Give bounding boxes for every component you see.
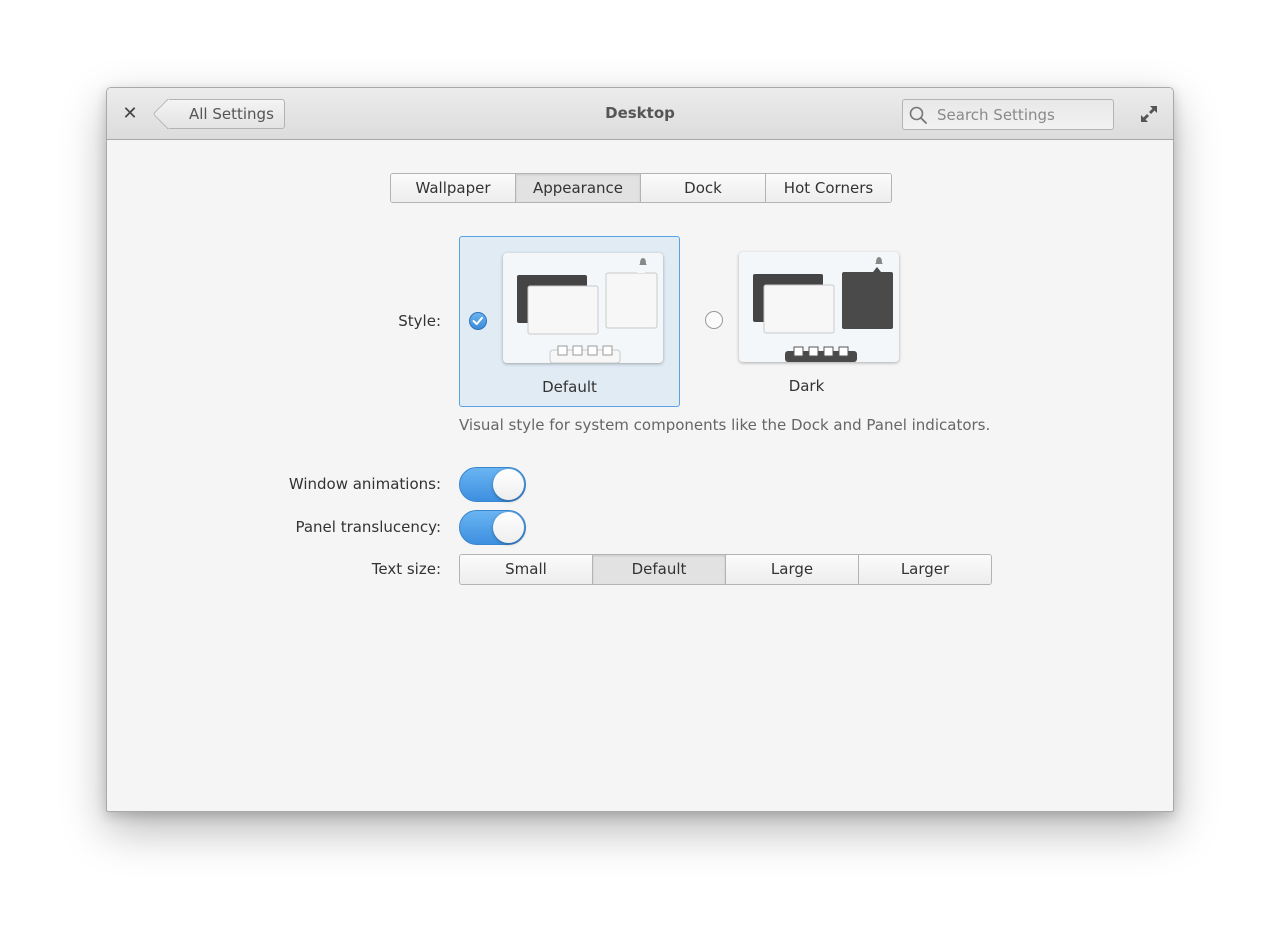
search-input[interactable] (937, 103, 1107, 126)
default-style-preview (503, 253, 663, 364)
style-option-dark[interactable]: Dark (696, 236, 917, 407)
text-size-larger[interactable]: Larger (859, 555, 991, 584)
style-default-radio[interactable] (469, 312, 487, 330)
switch-knob (493, 512, 524, 543)
window-animations-switch[interactable] (459, 467, 526, 502)
style-dark-radio[interactable] (705, 311, 723, 329)
window-animations-label: Window animations: (288, 475, 441, 493)
default-preview-illustration (517, 258, 658, 364)
desktop-tabs: Wallpaper Appearance Dock Hot Corners (390, 173, 892, 203)
panel-translucency-switch[interactable] (459, 510, 526, 545)
dark-style-preview (739, 252, 899, 362)
settings-window: ✕ All Settings Desktop Wallpaper Appeara… (106, 87, 1174, 812)
search-box[interactable] (902, 99, 1114, 130)
titlebar: ✕ All Settings Desktop (107, 88, 1173, 140)
style-dark-label: Dark (788, 377, 825, 395)
dark-preview-illustration (753, 257, 893, 362)
search-icon (909, 106, 927, 124)
text-size-large[interactable]: Large (726, 555, 859, 584)
text-size-default[interactable]: Default (593, 555, 726, 584)
bell-icon (875, 257, 883, 264)
tab-appearance[interactable]: Appearance (516, 174, 641, 202)
text-size-label: Text size: (371, 560, 441, 578)
panel-translucency-label: Panel translucency: (295, 518, 441, 536)
style-option-default[interactable]: Default (459, 236, 680, 407)
style-description: Visual style for system components like … (459, 416, 991, 434)
style-label: Style: (398, 312, 441, 330)
bell-icon (639, 258, 647, 265)
style-default-label: Default (542, 378, 597, 396)
switch-knob (493, 469, 524, 500)
checkmark-icon (472, 316, 483, 326)
tab-hot-corners[interactable]: Hot Corners (766, 174, 891, 202)
maximize-icon[interactable] (1139, 104, 1159, 124)
text-size-small[interactable]: Small (460, 555, 593, 584)
tab-wallpaper[interactable]: Wallpaper (391, 174, 516, 202)
tab-dock[interactable]: Dock (641, 174, 766, 202)
text-size-selector: Small Default Large Larger (459, 554, 992, 585)
